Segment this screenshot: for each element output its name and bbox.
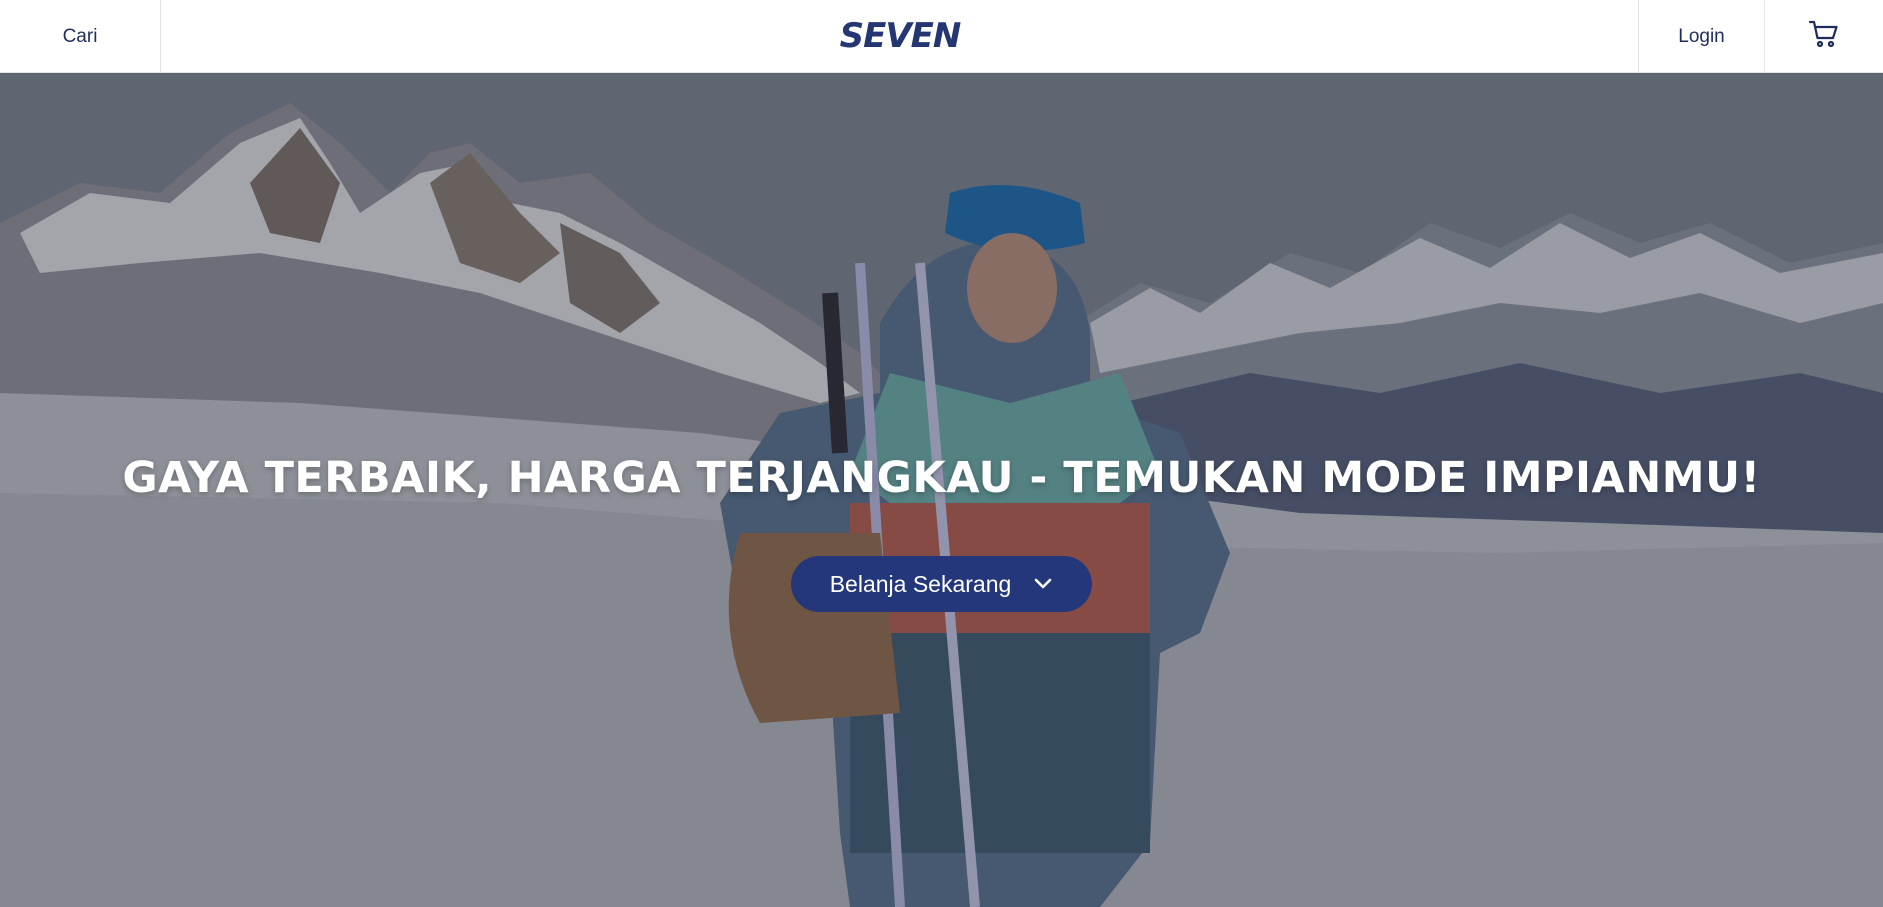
cart-button[interactable] (1765, 0, 1883, 73)
hero-headline: GAYA TERBAIK, HARGA TERJANGKAU - TEMUKAN… (122, 453, 1761, 503)
login-label: Login (1678, 25, 1725, 47)
login-button[interactable]: Login (1638, 0, 1765, 73)
brand-logo[interactable]: SEVEN (839, 16, 962, 56)
shop-now-label: Belanja Sekarang (829, 570, 1012, 597)
search-label: Cari (62, 25, 98, 47)
cart-icon (1808, 20, 1839, 53)
chevron-down-icon (1033, 578, 1053, 590)
hero-banner: GAYA TERBAIK, HARGA TERJANGKAU - TEMUKAN… (0, 73, 1883, 907)
logo-text: SEVEN (839, 16, 962, 56)
top-navigation-bar: Cari SEVEN Login (0, 0, 1883, 73)
shop-now-button[interactable]: Belanja Sekarang (791, 556, 1092, 612)
search-button[interactable]: Cari (0, 0, 161, 73)
